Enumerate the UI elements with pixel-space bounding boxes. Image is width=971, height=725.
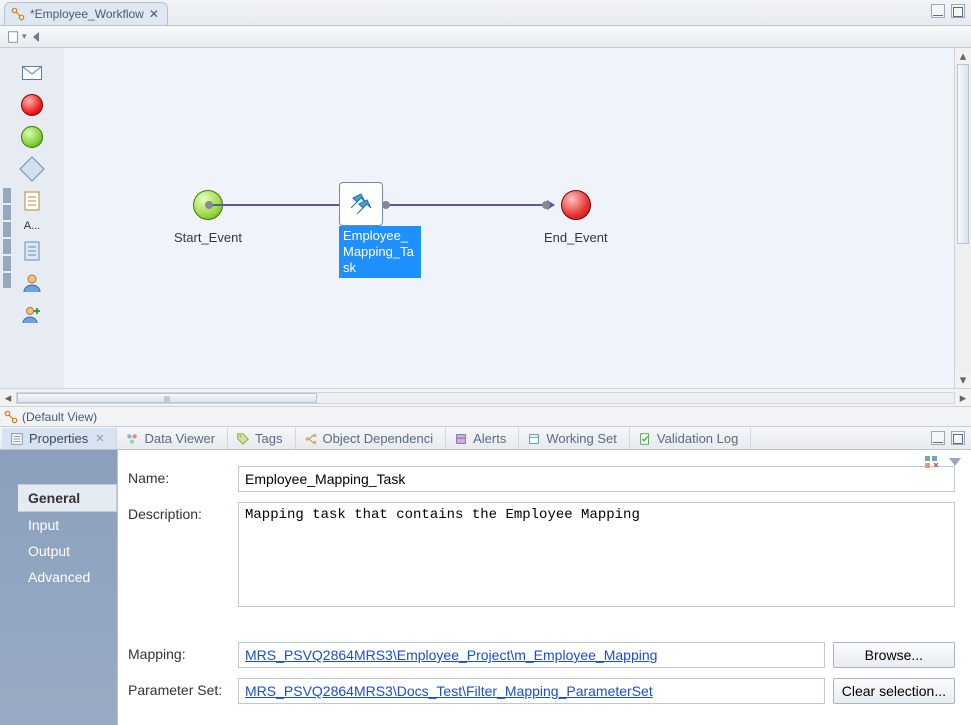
sequence-flow-2[interactable]: [386, 204, 546, 206]
close-icon[interactable]: ✕: [149, 7, 159, 21]
email-task-palette-icon[interactable]: [17, 60, 47, 86]
tab-data-viewer[interactable]: Data Viewer: [117, 428, 228, 449]
zoom-dropdown[interactable]: ▾: [6, 30, 27, 44]
close-icon[interactable]: ✕: [95, 432, 104, 445]
tab-alerts-label: Alerts: [473, 431, 506, 446]
gateway-palette-icon[interactable]: [17, 156, 47, 182]
tab-validation-log[interactable]: Validation Log: [630, 428, 751, 449]
tab-working-set[interactable]: Working Set: [519, 428, 630, 449]
view-menu-icon[interactable]: [947, 454, 963, 470]
mapping-label: Mapping:: [128, 642, 230, 668]
object-dep-icon: [304, 432, 318, 446]
tab-object-dep-label: Object Dependenci: [323, 431, 434, 446]
browse-button[interactable]: Browse...: [833, 642, 955, 668]
workflow-canvas[interactable]: Start_Event Employee_Mapping_Task End_Ev…: [64, 48, 971, 388]
tab-data-viewer-label: Data Viewer: [144, 431, 215, 446]
mapping-link[interactable]: MRS_PSVQ2864MRS3\Employee_Project\m_Empl…: [245, 647, 657, 663]
name-field[interactable]: [238, 466, 955, 492]
end-event-node[interactable]: End_Event: [544, 190, 608, 245]
description-field[interactable]: [238, 502, 955, 607]
maximize-view-button[interactable]: [951, 4, 965, 18]
description-label: Description:: [128, 502, 230, 607]
editor-canvas-area: A... Start_Event: [0, 48, 971, 388]
properties-side-tabs: General Input Output Advanced: [18, 450, 118, 725]
properties-icon: [10, 432, 24, 446]
editor-status-view-label: (Default View): [22, 410, 97, 424]
workflow-icon: [4, 410, 18, 424]
validation-log-icon: [638, 432, 652, 446]
scroll-left-icon[interactable]: ◂: [0, 390, 16, 406]
canvas-horizontal-scrollbar[interactable]: ◂ ▸: [0, 388, 971, 406]
show-categories-icon[interactable]: [923, 454, 939, 470]
side-tab-general[interactable]: General: [18, 484, 117, 512]
maximize-lower-panel-button[interactable]: [951, 431, 965, 445]
mapping-task-icon: [347, 190, 375, 218]
name-label: Name:: [128, 466, 230, 492]
end-event-circle-icon: [561, 190, 591, 220]
scroll-down-icon[interactable]: ▾: [955, 372, 971, 388]
side-tabs-gutter: [0, 450, 18, 725]
properties-toolbar: [923, 454, 963, 470]
start-event-node[interactable]: Start_Event: [174, 190, 242, 245]
clear-selection-button[interactable]: Clear selection...: [833, 678, 955, 704]
start-event-label: Start_Event: [174, 230, 242, 245]
properties-panel: General Input Output Advanced Name: Desc…: [0, 450, 971, 725]
user-task-palette-icon[interactable]: [17, 270, 47, 296]
workflow-icon: [11, 7, 25, 21]
tab-tags-label: Tags: [255, 431, 282, 446]
nav-back-icon[interactable]: [33, 32, 39, 42]
properties-form: Name: Description: Mapping: MRS_PSVQ2864…: [118, 450, 971, 725]
tab-alerts[interactable]: Alerts: [446, 428, 519, 449]
minimize-lower-panel-button[interactable]: [931, 431, 945, 445]
editor-tab-title: *Employee_Workflow: [30, 7, 144, 21]
data-viewer-icon: [125, 432, 139, 446]
end-event-label: End_Event: [544, 230, 608, 245]
palette-item-label: A...: [24, 220, 41, 232]
minimize-view-button[interactable]: [931, 4, 945, 18]
scroll-up-icon[interactable]: ▴: [955, 48, 971, 64]
add-user-task-palette-icon[interactable]: [17, 302, 47, 328]
page-icon: [6, 30, 20, 44]
editor-status-bar: (Default View): [0, 406, 971, 426]
start-event-palette-icon[interactable]: [17, 124, 47, 150]
end-event-palette-icon[interactable]: [17, 92, 47, 118]
side-tab-output[interactable]: Output: [18, 538, 117, 564]
tab-properties-label: Properties: [29, 431, 88, 446]
side-tab-advanced[interactable]: Advanced: [18, 564, 117, 590]
alerts-icon: [454, 432, 468, 446]
canvas-vertical-scrollbar[interactable]: ▴ ▾: [954, 48, 971, 388]
tab-tags[interactable]: Tags: [228, 428, 295, 449]
tab-object-dependencies[interactable]: Object Dependenci: [296, 428, 447, 449]
working-set-icon: [527, 432, 541, 446]
parameter-set-field[interactable]: MRS_PSVQ2864MRS3\Docs_Test\Filter_Mappin…: [238, 678, 825, 704]
mapping-field[interactable]: MRS_PSVQ2864MRS3\Employee_Project\m_Empl…: [238, 642, 825, 668]
side-tab-input[interactable]: Input: [18, 512, 117, 538]
lower-panel-tabbar: Properties ✕ Data Viewer Tags Object Dep…: [0, 426, 971, 450]
palette-drawer-handle[interactable]: [3, 188, 13, 288]
tab-working-set-label: Working Set: [546, 431, 617, 446]
assignment-palette-icon[interactable]: [17, 238, 47, 264]
sequence-flow-1[interactable]: [209, 204, 344, 206]
mapping-task-box: [339, 182, 383, 226]
tab-validation-log-label: Validation Log: [657, 431, 738, 446]
editor-toolbar: ▾: [0, 26, 971, 48]
tags-icon: [236, 432, 250, 446]
tab-properties[interactable]: Properties ✕: [2, 428, 117, 449]
editor-tab-workflow[interactable]: *Employee_Workflow ✕: [4, 2, 168, 25]
parameter-set-label: Parameter Set:: [128, 678, 230, 704]
mapping-task-label: Employee_Mapping_Task: [339, 226, 421, 278]
scroll-right-icon[interactable]: ▸: [955, 390, 971, 406]
task-document-palette-icon[interactable]: [17, 188, 47, 214]
parameter-set-link[interactable]: MRS_PSVQ2864MRS3\Docs_Test\Filter_Mappin…: [245, 683, 653, 699]
editor-tabbar: *Employee_Workflow ✕: [0, 0, 971, 26]
mapping-task-node[interactable]: Employee_Mapping_Task: [339, 182, 421, 278]
